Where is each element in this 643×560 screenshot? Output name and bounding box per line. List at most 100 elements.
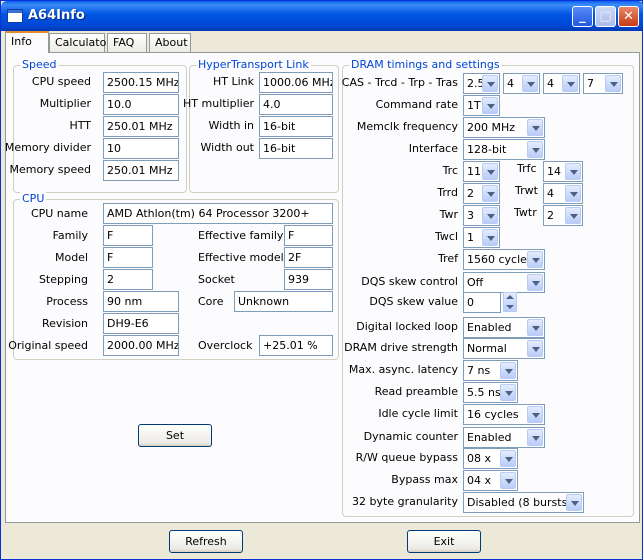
- tab-faq[interactable]: FAQ: [107, 33, 147, 52]
- revision-field[interactable]: DH9-E6: [103, 313, 179, 334]
- memory-speed-field[interactable]: 250.01 MHz: [103, 160, 179, 181]
- spin-up-icon[interactable]: [506, 295, 514, 299]
- tab-about[interactable]: About: [149, 33, 191, 52]
- refresh-button[interactable]: Refresh: [169, 530, 243, 553]
- trp-select[interactable]: 4: [543, 73, 580, 94]
- trcd-select[interactable]: 4: [503, 73, 540, 94]
- speed-group-title: Speed: [20, 58, 59, 71]
- maximize-button[interactable]: □: [595, 6, 616, 27]
- trc-label: Trc: [442, 164, 458, 177]
- rw-queue-bypass-select[interactable]: 08 x: [463, 448, 518, 469]
- hypertransport-group-title: HyperTransport Link: [196, 58, 311, 71]
- chevron-down-icon: [482, 97, 498, 114]
- effective-model-field[interactable]: 2F: [284, 247, 333, 268]
- htt-field[interactable]: 250.01 MHz: [103, 116, 179, 137]
- idle-cycle-limit-label: Idle cycle limit: [378, 407, 458, 420]
- digital-locked-loop-select[interactable]: Enabled: [463, 317, 545, 338]
- multiplier-label: Multiplier: [39, 97, 91, 110]
- tref-value: 1560 cycles: [467, 253, 533, 266]
- close-button[interactable]: ✕: [618, 6, 639, 27]
- tab-info[interactable]: Info: [5, 31, 49, 53]
- bypass-max-select[interactable]: 04 x: [463, 470, 518, 491]
- twr-value: 3: [467, 209, 474, 222]
- read-preamble-label: Read preamble: [374, 385, 458, 398]
- minimize-button[interactable]: _: [572, 6, 593, 27]
- twcl-select[interactable]: 1: [463, 227, 500, 248]
- trc-select[interactable]: 11: [463, 161, 500, 182]
- cpu-name-field[interactable]: AMD Athlon(tm) 64 Processor 3200+: [103, 203, 333, 224]
- cas-label: CAS - Trcd - Trp - Tras: [341, 76, 458, 89]
- drive-strength-select[interactable]: Normal: [463, 338, 545, 359]
- command-rate-select[interactable]: 1T: [463, 95, 500, 116]
- trp-value: 4: [547, 77, 554, 90]
- digital-locked-loop-label: Digital locked loop: [356, 320, 458, 333]
- width-out-field[interactable]: 16-bit: [259, 138, 333, 159]
- drive-strength-value: Normal: [467, 342, 507, 355]
- stepping-field[interactable]: 2: [103, 269, 153, 290]
- trfc-select[interactable]: 14: [543, 161, 583, 182]
- dqs-skew-control-select[interactable]: Off: [463, 272, 545, 293]
- twtr-select[interactable]: 2: [543, 205, 583, 226]
- twtr-value: 2: [547, 209, 554, 222]
- exit-button[interactable]: Exit: [407, 530, 481, 553]
- trfc-value: 14: [547, 165, 561, 178]
- idle-cycle-limit-select[interactable]: 16 cycles: [463, 404, 545, 425]
- chevron-down-icon: [527, 406, 543, 423]
- command-rate-label: Command rate: [375, 98, 458, 111]
- chevron-down-icon: [565, 163, 581, 180]
- set-button[interactable]: Set: [138, 424, 212, 447]
- dram-group-title: DRAM timings and settings: [349, 58, 502, 71]
- async-latency-value: 7 ns: [467, 364, 491, 377]
- dynamic-counter-select[interactable]: Enabled: [463, 427, 545, 448]
- original-speed-field[interactable]: 2000.00 MHz: [103, 335, 179, 356]
- info-tab-panel: Speed CPU speed 2500.15 MHz Multiplier 1…: [5, 52, 640, 523]
- idle-cycle-limit-value: 16 cycles: [467, 408, 519, 421]
- ht-link-field[interactable]: 1000.06 MHz: [259, 72, 333, 93]
- dqs-skew-value-field[interactable]: 0: [463, 292, 501, 313]
- process-field[interactable]: 90 nm: [103, 291, 179, 312]
- effective-family-field[interactable]: F: [284, 225, 333, 246]
- trwt-select[interactable]: 4: [543, 183, 583, 204]
- read-preamble-select[interactable]: 5.5 ns: [463, 382, 518, 403]
- tref-label: Tref: [437, 252, 458, 265]
- chevron-down-icon: [482, 185, 498, 202]
- model-field[interactable]: F: [103, 247, 153, 268]
- dynamic-counter-label: Dynamic counter: [363, 430, 458, 443]
- spin-down-icon[interactable]: [506, 305, 514, 309]
- ht-multiplier-label: HT multiplier: [183, 97, 254, 110]
- chevron-down-icon: [527, 141, 543, 158]
- cpu-speed-field[interactable]: 2500.15 MHz: [103, 72, 179, 93]
- window-title: A64Info: [28, 8, 85, 23]
- process-label: Process: [46, 295, 88, 308]
- tras-select[interactable]: 7: [583, 73, 623, 94]
- trrd-select[interactable]: 2: [463, 183, 500, 204]
- twr-select[interactable]: 3: [463, 205, 500, 226]
- tref-select[interactable]: 1560 cycles: [463, 249, 545, 270]
- tab-calculator[interactable]: Calculator: [49, 33, 111, 52]
- socket-field[interactable]: 939: [284, 269, 333, 290]
- chevron-down-icon: [500, 472, 516, 489]
- chevron-down-icon: [562, 75, 578, 92]
- granularity-select[interactable]: Disabled (8 bursts): [463, 492, 584, 513]
- family-field[interactable]: F: [103, 225, 153, 246]
- title-bar[interactable]: A64Info _ □ ✕: [1, 1, 643, 31]
- dqs-skew-spinner[interactable]: [503, 292, 517, 312]
- tras-value: 7: [587, 77, 594, 90]
- overclock-field[interactable]: +25.01 %: [259, 335, 333, 356]
- cas-select[interactable]: 2.5: [463, 73, 500, 94]
- chevron-down-icon: [565, 185, 581, 202]
- ht-multiplier-field[interactable]: 4.0: [259, 94, 333, 115]
- effective-model-label: Effective model: [198, 251, 284, 264]
- trrd-value: 2: [467, 187, 474, 200]
- async-latency-select[interactable]: 7 ns: [463, 360, 518, 381]
- ht-link-label: HT Link: [212, 75, 254, 88]
- width-in-field[interactable]: 16-bit: [259, 116, 333, 137]
- memory-divider-field[interactable]: 10: [103, 138, 179, 159]
- dynamic-counter-value: Enabled: [467, 431, 512, 444]
- htt-label: HTT: [69, 119, 91, 132]
- core-field[interactable]: Unknown: [234, 291, 333, 312]
- stepping-label: Stepping: [38, 273, 88, 286]
- interface-select[interactable]: 128-bit: [463, 139, 545, 160]
- multiplier-field[interactable]: 10.0: [103, 94, 179, 115]
- memclk-select[interactable]: 200 MHz: [463, 117, 545, 138]
